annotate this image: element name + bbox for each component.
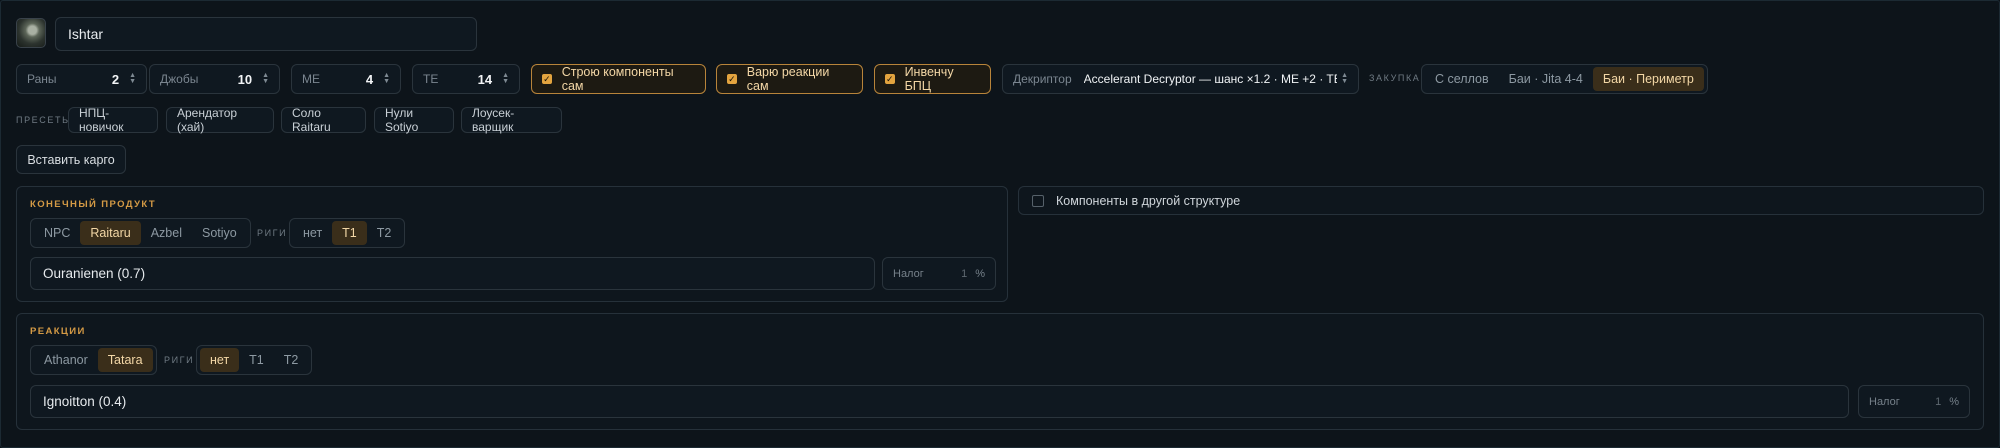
purchase-label: ЗАКУПКА: [1369, 73, 1421, 83]
rig-option-none[interactable]: нет: [200, 348, 240, 372]
preset-renter[interactable]: Арендатор (хай): [166, 106, 274, 134]
structure-option-athanor[interactable]: Athanor: [34, 348, 98, 372]
final-system-value: Ouranienen (0.7): [43, 266, 146, 281]
decryptor-label: Декриптор: [1013, 72, 1072, 86]
tax-unit: %: [975, 267, 985, 280]
cook-reactions-label: Варю реакции сам: [746, 65, 830, 93]
purchase-segmented: С селлов Баи · Jita 4-4 Баи · Периметр: [1421, 64, 1708, 94]
build-components-toggle[interactable]: ✓ Строю компоненты сам: [531, 64, 706, 94]
components-other-structure-toggle[interactable]: Компоненты в другой структуре: [1018, 186, 1984, 215]
rig-option-none[interactable]: нет: [293, 221, 332, 245]
te-stepper[interactable]: TE 14 ▲ ▼: [412, 64, 520, 94]
decryptor-select[interactable]: Декриптор Accelerant Decryptor — шанс ×1…: [1002, 64, 1359, 94]
rig-option-t1[interactable]: T1: [332, 221, 367, 245]
reactions-panel: РЕАКЦИИ Athanor Tatara РИГИ нет T1 T2 Ig…: [16, 313, 1984, 430]
preset-label: Нули Sotiyo: [385, 106, 419, 134]
preset-label: НПЦ-новичок: [79, 106, 124, 134]
runs-stepper[interactable]: Раны 2 ▲ ▼: [16, 64, 147, 94]
preset-label: Соло Raitaru: [292, 106, 331, 134]
reaction-system-field[interactable]: Ignoitton (0.4): [30, 385, 1849, 418]
tax-label: Налог: [1869, 395, 1900, 408]
components-other-label: Компоненты в другой структуре: [1056, 193, 1241, 208]
build-components-label: Строю компоненты сам: [561, 65, 674, 93]
presets-label: ПРЕСЕТЫ: [16, 115, 72, 125]
tax-unit: %: [1949, 395, 1959, 408]
runs-label: Раны: [27, 72, 57, 86]
character-name-field[interactable]: Ishtar: [55, 17, 477, 51]
rig-option-t2[interactable]: T2: [367, 221, 402, 245]
preset-npc-novice[interactable]: НПЦ-новичок: [68, 106, 158, 134]
structure-option-npc[interactable]: NPC: [34, 221, 80, 245]
stepper-arrows-icon[interactable]: ▲ ▼: [502, 72, 509, 85]
cook-reactions-toggle[interactable]: ✓ Варю реакции сам: [716, 64, 863, 94]
tax-value: 1: [1935, 395, 1942, 408]
jobs-stepper[interactable]: Джобы 10 ▲ ▼: [149, 64, 280, 94]
final-tax-field[interactable]: Налог 1 %: [882, 257, 996, 290]
preset-null-sotiyo[interactable]: Нули Sotiyo: [374, 106, 454, 134]
runs-value: 2: [111, 71, 120, 87]
final-product-panel: КОНЕЧНЫЙ ПРОДУКТ NPC Raitaru Azbel Sotiy…: [16, 186, 1008, 302]
select-arrows-icon: ▲ ▼: [1341, 72, 1348, 85]
stepper-arrows-icon[interactable]: ▲ ▼: [383, 72, 390, 85]
paste-cargo-label: Вставить карго: [27, 152, 115, 167]
preset-label: Лоусек-варщик: [472, 106, 515, 134]
rig-option-t1[interactable]: T1: [239, 348, 274, 372]
purchase-option-perimeter[interactable]: Баи · Периметр: [1592, 67, 1704, 91]
character-avatar[interactable]: [16, 18, 46, 48]
final-structure-segmented: NPC Raitaru Azbel Sotiyo: [30, 218, 251, 248]
decryptor-value: Accelerant Decryptor — шанс ×1.2 · ME +2…: [1083, 72, 1337, 86]
invent-bpc-label: Инвенчу БПЦ: [904, 65, 954, 93]
stepper-arrows-icon[interactable]: ▲ ▼: [129, 72, 136, 85]
final-system-field[interactable]: Ouranienen (0.7): [30, 257, 875, 290]
checkbox-checked-icon: ✓: [727, 73, 737, 84]
jobs-value: 10: [237, 71, 253, 87]
me-value: 4: [365, 71, 374, 87]
purchase-option-sell[interactable]: С селлов: [1425, 67, 1499, 91]
structure-option-sotiyo[interactable]: Sotiyo: [192, 221, 247, 245]
me-label: ME: [302, 72, 320, 86]
final-rigs-segmented: нет T1 T2: [289, 218, 406, 248]
stepper-arrows-icon[interactable]: ▲ ▼: [262, 72, 269, 85]
jobs-label: Джобы: [160, 72, 199, 86]
tax-value: 1: [961, 267, 968, 280]
purchase-option-jita[interactable]: Баи · Jita 4-4: [1499, 67, 1593, 91]
structure-option-tatara[interactable]: Tatara: [97, 348, 153, 372]
reaction-structure-segmented: Athanor Tatara: [30, 345, 157, 375]
paste-cargo-button[interactable]: Вставить карго: [16, 145, 126, 174]
rig-option-t2[interactable]: T2: [274, 348, 309, 372]
structure-option-azbel[interactable]: Azbel: [141, 221, 192, 245]
preset-label: Арендатор (хай): [177, 106, 238, 134]
final-product-title: КОНЕЧНЫЙ ПРОДУКТ: [30, 199, 157, 210]
checkbox-checked-icon: ✓: [542, 73, 552, 84]
reaction-rigs-segmented: нет T1 T2: [196, 345, 313, 375]
checkbox-checked-icon: ✓: [885, 73, 895, 84]
character-name: Ishtar: [68, 26, 104, 42]
final-rigs-label: РИГИ: [257, 228, 288, 238]
reactions-title: РЕАКЦИИ: [30, 326, 86, 337]
reaction-tax-field[interactable]: Налог 1 %: [1858, 385, 1970, 418]
tax-label: Налог: [893, 267, 924, 280]
te-value: 14: [477, 71, 493, 87]
invent-bpc-toggle[interactable]: ✓ Инвенчу БПЦ: [874, 64, 991, 94]
te-label: TE: [423, 72, 439, 86]
reaction-rigs-label: РИГИ: [164, 355, 195, 365]
preset-lowsec-reactor[interactable]: Лоусек-варщик: [461, 106, 562, 134]
me-stepper[interactable]: ME 4 ▲ ▼: [291, 64, 401, 94]
reaction-system-value: Ignoitton (0.4): [43, 394, 127, 409]
structure-option-raitaru[interactable]: Raitaru: [80, 221, 141, 245]
checkbox-empty-icon: [1032, 194, 1044, 207]
preset-solo-raitaru[interactable]: Соло Raitaru: [281, 106, 366, 134]
